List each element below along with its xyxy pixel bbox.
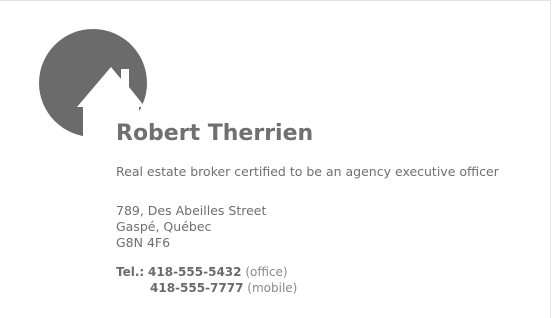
phone-label: Tel.:	[116, 265, 145, 279]
phone-office-type: (office)	[245, 265, 288, 279]
phone-mobile-row: 418-555-7777 (mobile)	[116, 280, 297, 296]
phone-office-number[interactable]: 418-555-5432	[148, 265, 241, 279]
phone-block: Tel.: 418-555-5432 (office) 418-555-7777…	[116, 264, 297, 296]
address-city: Gaspé, Québec	[116, 219, 212, 234]
phone-mobile-type: (mobile)	[247, 281, 298, 295]
business-card: Robert Therrien Real estate broker certi…	[0, 0, 551, 318]
phone-mobile-number[interactable]: 418-555-7777	[150, 281, 243, 295]
address-street: 789, Des Abeilles Street	[116, 203, 267, 218]
address-postal-code: G8N 4F6	[116, 235, 171, 250]
phone-office-row: Tel.: 418-555-5432 (office)	[116, 264, 297, 280]
address-block: 789, Des Abeilles Street Gaspé, Québec G…	[116, 203, 266, 251]
contact-name: Robert Therrien	[116, 121, 314, 146]
contact-title: Real estate broker certified to be an ag…	[116, 164, 499, 179]
